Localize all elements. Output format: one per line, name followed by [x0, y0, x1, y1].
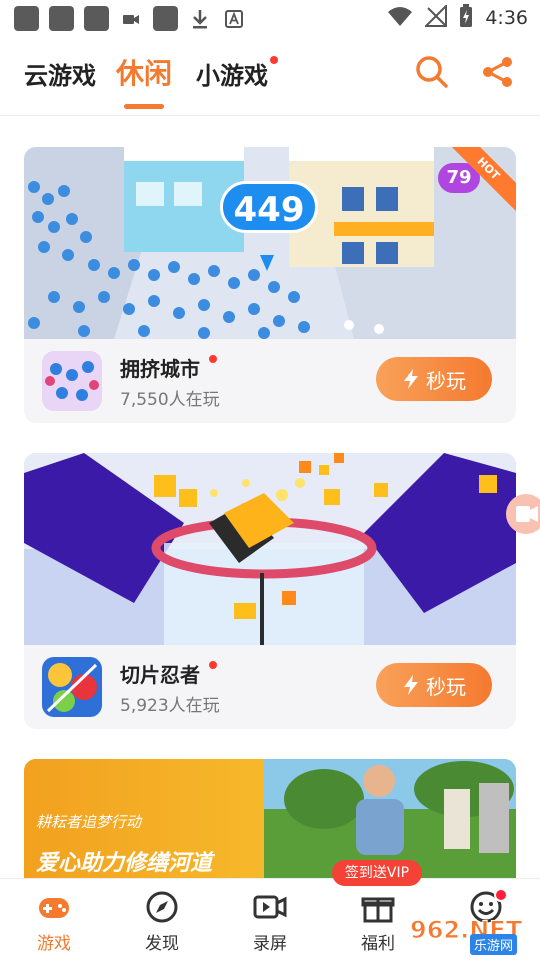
game-title: 切片忍者: [120, 663, 200, 687]
system-status: 4:36: [387, 3, 528, 32]
sign-in-vip-badge[interactable]: 签到送VIP: [332, 860, 422, 886]
watermark-subtext: 乐游网: [470, 934, 518, 955]
promo-banner[interactable]: 耕耘者追梦行动 爱心助力修缮河道: [24, 759, 516, 879]
new-badge-dot: [209, 661, 217, 669]
app-notification-icon: [14, 6, 39, 31]
lightning-icon: [404, 675, 418, 695]
promo-title: 爱心助力修缮河道: [36, 851, 213, 876]
crowd-city-app-icon[interactable]: [42, 351, 102, 411]
notification-icons: [14, 6, 246, 31]
app-notification-icon: [153, 6, 178, 31]
nav-item-discover[interactable]: 发现: [122, 889, 202, 959]
camera-notification-icon: [119, 7, 143, 31]
app-notification-icon: [49, 6, 74, 31]
hot-tag: HOT: [446, 147, 516, 217]
signal-off-icon: [423, 3, 448, 31]
nav-label: 录屏: [253, 934, 287, 954]
text-notification-icon: [222, 7, 246, 31]
wifi-icon: [387, 5, 413, 31]
clock: 4:36: [485, 7, 528, 29]
game-card[interactable]: 切片忍者 5,923人在玩 秒玩: [24, 453, 516, 729]
video-icon: [253, 895, 287, 919]
promo-subtitle: 耕耘者追梦行动: [36, 813, 142, 831]
game-banner[interactable]: 449 79 HOT: [24, 147, 516, 339]
game-title: 拥挤城市: [120, 357, 200, 381]
instant-play-label: 秒玩: [426, 368, 466, 393]
game-info-row: 切片忍者 5,923人在玩 秒玩: [24, 645, 516, 729]
instant-play-button[interactable]: 秒玩: [376, 663, 492, 707]
gift-icon: [361, 897, 395, 923]
category-tabs: 云游戏 休闲 小游戏: [0, 36, 540, 116]
slice-ninja-app-icon[interactable]: [42, 657, 102, 717]
record-icon: [516, 506, 538, 522]
slice-ninja-artwork: [24, 453, 516, 645]
hot-tag-label: HOT: [446, 147, 516, 212]
battery-charging-icon: [459, 4, 473, 32]
share-icon[interactable]: [480, 54, 516, 90]
game-banner[interactable]: [24, 453, 516, 645]
game-card[interactable]: 449 79 HOT 拥挤城市 7,550人在玩 秒玩: [24, 147, 516, 423]
message-badge-dot: [494, 888, 508, 902]
app-notification-icon: [84, 6, 109, 31]
players-count: 5,923人在玩: [120, 696, 220, 716]
tab-mini-games[interactable]: 小游戏: [196, 56, 268, 91]
compass-icon: [146, 891, 178, 923]
download-icon: [188, 7, 212, 31]
nav-item-record[interactable]: 录屏: [230, 889, 310, 959]
active-tab-indicator: [124, 104, 164, 109]
crowd-count-bubble: 449: [220, 181, 318, 233]
nav-label: 游戏: [37, 934, 71, 954]
game-info-row: 拥挤城市 7,550人在玩 秒玩: [24, 339, 516, 423]
new-badge-dot: [209, 355, 217, 363]
gamepad-icon: [39, 898, 69, 918]
lightning-icon: [404, 369, 418, 389]
status-bar: 4:36: [0, 0, 540, 36]
tab-casual[interactable]: 休闲: [116, 52, 172, 92]
new-badge-dot: [270, 56, 278, 64]
tab-cloud-games[interactable]: 云游戏: [24, 56, 96, 91]
nav-label: 发现: [145, 934, 179, 954]
promo-text-panel: 耕耘者追梦行动 爱心助力修缮河道: [24, 759, 264, 879]
players-count: 7,550人在玩: [120, 390, 220, 410]
floating-record-button[interactable]: [506, 494, 540, 534]
instant-play-button[interactable]: 秒玩: [376, 357, 492, 401]
site-watermark: 962.NET 乐游网: [406, 910, 536, 956]
instant-play-label: 秒玩: [426, 674, 466, 699]
search-icon[interactable]: [414, 54, 450, 90]
nav-item-games[interactable]: 游戏: [14, 889, 94, 959]
